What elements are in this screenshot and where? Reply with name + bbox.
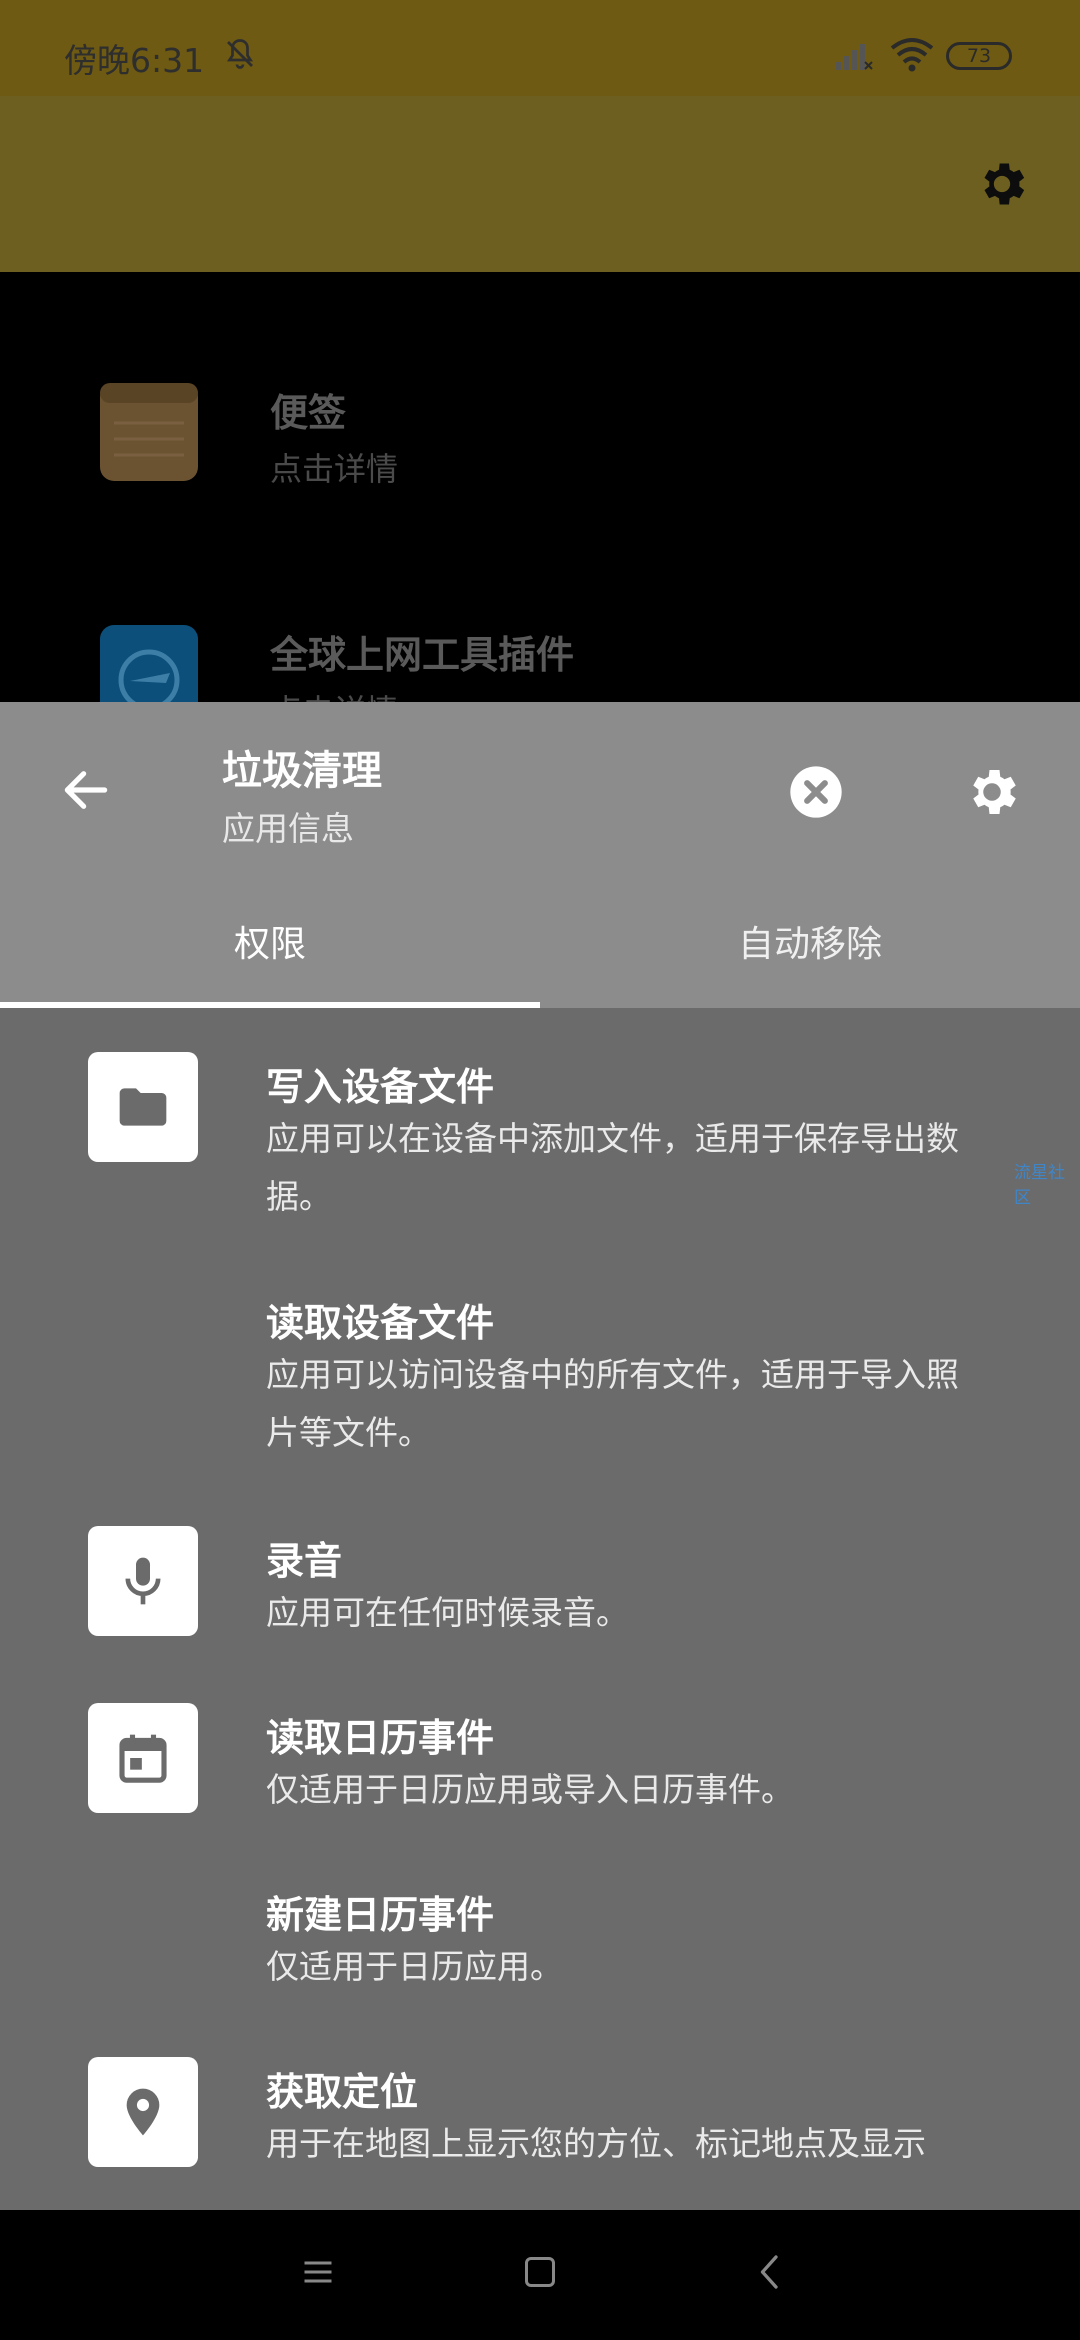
status-time: 傍晚6:31 (64, 41, 205, 80)
permission-icon-box (88, 1052, 198, 1162)
app-list: 便签 点击详情 全球上网工具插件 点击详情 (0, 272, 1080, 730)
wifi-icon (890, 38, 934, 72)
notes-app-icon (100, 383, 198, 481)
permission-title: 录音 (266, 1539, 343, 1583)
permission-title: 获取定位 (266, 2070, 419, 2114)
permission-description: 应用可在任何时候录音。 (266, 1593, 629, 1632)
status-bar: 傍晚6:31 73 (0, 0, 1080, 96)
tab-permissions[interactable]: 权限 (0, 902, 540, 1008)
chevron-left-icon[interactable] (752, 2252, 788, 2292)
list-item-subtitle: 点击详情 (270, 450, 399, 488)
signal-icon (836, 44, 873, 70)
menu-icon[interactable] (300, 2254, 336, 2290)
permission-description: 应用可以访问设备中的所有文件，适用于导入照片等文件。 (266, 1355, 959, 1452)
sheet-title: 垃圾清理 (222, 748, 382, 794)
permission-description: 应用可以在设备中添加文件，适用于保存导出数据。 (266, 1119, 959, 1216)
tab-indicator (0, 1002, 540, 1008)
list-item[interactable]: 便签 点击详情 (0, 272, 1080, 488)
sheet-subtitle: 应用信息 (222, 809, 354, 848)
permission-icon-box (88, 1526, 198, 1636)
gear-icon[interactable] (974, 156, 1030, 212)
permission-title: 新建日历事件 (266, 1893, 495, 1937)
list-item[interactable]: 全球上网工具插件 点击详情 (0, 514, 1080, 730)
list-item-title: 全球上网工具插件 (270, 633, 575, 677)
location-pin-icon (126, 2088, 160, 2136)
screen: 傍晚6:31 73 便签 点击详情 全球上网工具插件 垃圾清理 应用信息 权限 … (0, 0, 1080, 2340)
permission-description: 仅适用于日历应用。 (266, 1947, 563, 1986)
folder-icon (119, 1088, 167, 1126)
permission-description: 仅适用于日历应用或导入日历事件。 (266, 1770, 794, 1809)
permission-title: 读取设备文件 (266, 1301, 495, 1345)
battery-indicator: 73 (946, 42, 1012, 70)
microphone-icon (125, 1557, 161, 1605)
permission-description: 用于在地图上显示您的方位、标记地点及显示 (266, 2124, 926, 2163)
app-info-sheet: 垃圾清理 应用信息 权限 自动移除 写入设备文件 应用可以在设备中添加文件，适用… (0, 702, 1080, 2210)
home-square-icon[interactable] (522, 2254, 558, 2290)
watermark: 流星社区 (1014, 1163, 1065, 1208)
calendar-icon (119, 1734, 167, 1783)
notes-icon (100, 383, 198, 457)
permission-icon-box (88, 2057, 198, 2167)
navigation-bar (0, 2210, 1080, 2340)
bell-muted-icon (226, 39, 254, 69)
permission-icon-box (88, 1703, 198, 1813)
list-item-title: 便签 (270, 391, 347, 435)
close-circle-icon[interactable] (788, 764, 844, 820)
tab-auto-remove[interactable]: 自动移除 (540, 902, 1080, 1008)
sheet-header: 垃圾清理 应用信息 权限 自动移除 (0, 702, 1080, 1008)
back-arrow-icon[interactable] (58, 762, 114, 818)
gear-icon[interactable] (962, 762, 1022, 822)
app-bar (0, 96, 1080, 272)
permission-title: 读取日历事件 (266, 1716, 495, 1760)
permission-title: 写入设备文件 (266, 1065, 495, 1109)
